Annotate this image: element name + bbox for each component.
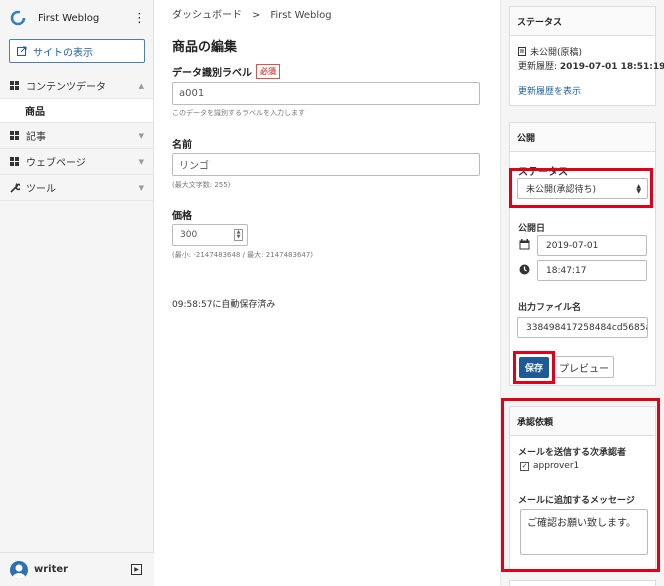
approver-label: メールを送信する次承認者 xyxy=(518,448,627,458)
status-text: 未公開(原稿) xyxy=(530,48,583,58)
history-link[interactable]: 更新履歴を表示 xyxy=(518,84,581,97)
updated-value: 2019-07-01 18:51:19 xyxy=(559,62,664,72)
publish-time-input[interactable]: 18:47:17 xyxy=(537,260,647,281)
chevron-up-icon: ▲ xyxy=(138,82,144,90)
name-field-label: 名前 xyxy=(172,140,192,151)
publish-card: 公開 ステータス 未公開(承認待ち) ▲ ▼ 公開日 2019-07-01 18:… xyxy=(509,122,656,386)
view-site-label: サイトの表示 xyxy=(33,47,93,59)
name-input[interactable]: リンゴ xyxy=(172,153,480,176)
site-header: First Weblog ⋮ xyxy=(0,0,153,36)
data-label-field-label: データ識別ラベル 必須 xyxy=(172,64,280,79)
external-link-icon xyxy=(17,46,27,56)
publish-date-input[interactable]: 2019-07-01 xyxy=(537,235,647,256)
calendar-icon xyxy=(519,239,530,250)
webpage-icon xyxy=(10,157,20,166)
page-title: 商品の編集 xyxy=(172,40,238,55)
field-label-text: データ識別ラベル xyxy=(172,68,252,79)
clock-icon xyxy=(519,264,530,275)
user-name[interactable]: writer xyxy=(34,564,131,575)
avatar[interactable] xyxy=(10,560,28,579)
status-line: 未公開(原稿) xyxy=(518,45,582,58)
output-file-label: 出力ファイル名 xyxy=(518,303,582,313)
updated-line: 更新履歴: 2019-07-01 18:51:19 xyxy=(518,59,664,72)
nav-label: ウェブページ xyxy=(26,158,86,169)
autosave-status: 09:58:57に自動保存済み xyxy=(172,300,276,310)
content-data-icon xyxy=(10,81,20,90)
data-label-hint: このデータを識別するラベルを入力します xyxy=(172,109,305,117)
approver-name: approver1 xyxy=(533,461,580,471)
output-file-input[interactable]: 338498417258484cd5685af. xyxy=(517,317,648,338)
status-card-title: ステータス xyxy=(510,7,655,36)
user-bar: writer ▶ xyxy=(0,552,154,586)
message-label: メールに追加するメッセージ xyxy=(518,496,635,506)
save-button[interactable]: 保存 xyxy=(519,357,549,378)
name-hint: (最大文字数: 255) xyxy=(172,181,231,189)
next-card xyxy=(509,580,656,586)
price-value: 300 xyxy=(180,230,198,240)
entry-icon xyxy=(10,131,20,140)
document-icon xyxy=(518,47,526,56)
publish-date-label: 公開日 xyxy=(518,224,546,234)
price-hint: (最小: -2147483648 / 最大: 2147483647) xyxy=(172,251,314,259)
chevron-down-icon: ▼ xyxy=(138,184,144,192)
nav-content-data[interactable]: コンテンツデータ ▲ xyxy=(0,73,153,99)
status-card: ステータス 未公開(原稿) 更新履歴: 2019-07-01 18:51:19 … xyxy=(509,6,664,106)
site-logo-icon xyxy=(10,10,26,26)
chevron-down-icon: ▼ xyxy=(138,158,144,166)
kebab-menu-icon[interactable]: ⋮ xyxy=(133,12,146,25)
required-badge: 必須 xyxy=(256,64,280,79)
view-site-button[interactable]: サイトの表示 xyxy=(9,39,145,63)
select-arrows-icon: ▲ ▼ xyxy=(636,183,641,195)
breadcrumb[interactable]: ダッシュボード > First Weblog xyxy=(172,6,332,21)
price-input[interactable]: 300 ▲ ▼ xyxy=(172,224,248,246)
nav-webpages[interactable]: ウェブページ ▼ xyxy=(0,149,153,175)
preview-button[interactable]: プレビュー xyxy=(554,356,614,378)
publish-status-value: 未公開(承認待ち) xyxy=(526,185,597,195)
publish-status-label: ステータス xyxy=(518,167,568,178)
nav-tools[interactable]: ツール ▼ xyxy=(0,175,153,201)
right-panel: ステータス 未公開(原稿) 更新履歴: 2019-07-01 18:51:19 … xyxy=(500,0,664,586)
spinner-icon[interactable]: ▲ ▼ xyxy=(234,229,243,241)
updated-label: 更新履歴: xyxy=(518,62,558,72)
wrench-icon xyxy=(10,182,20,193)
message-textarea[interactable]: ご確認お願い致します。 xyxy=(520,509,648,555)
chevron-down-icon: ▼ xyxy=(138,132,144,140)
nav-sub-product[interactable]: 商品 xyxy=(0,99,153,123)
play-icon[interactable]: ▶ xyxy=(131,564,142,575)
approval-card: 承認依頼 メールを送信する次承認者 ✓ approver1 メールに追加するメッ… xyxy=(509,406,656,572)
nav-entries[interactable]: 記事 ▼ xyxy=(0,123,153,149)
nav-label: ツール xyxy=(26,184,56,195)
site-name[interactable]: First Weblog xyxy=(38,13,133,24)
approver-checkbox[interactable]: ✓ xyxy=(520,462,529,471)
price-field-label: 価格 xyxy=(172,211,192,222)
nav-label: コンテンツデータ xyxy=(26,82,106,93)
publish-status-select[interactable]: 未公開(承認待ち) ▲ ▼ xyxy=(517,178,648,199)
sidebar: First Weblog ⋮ サイトの表示 コンテンツデータ ▲ 商品 記事 ▼… xyxy=(0,0,154,586)
approval-card-title: 承認依頼 xyxy=(510,407,655,436)
nav-label: 記事 xyxy=(26,132,46,143)
data-label-input[interactable]: a001 xyxy=(172,82,480,105)
publish-card-title: 公開 xyxy=(510,123,655,152)
user-icon xyxy=(12,564,26,579)
nav-sub-label: 商品 xyxy=(25,107,45,118)
